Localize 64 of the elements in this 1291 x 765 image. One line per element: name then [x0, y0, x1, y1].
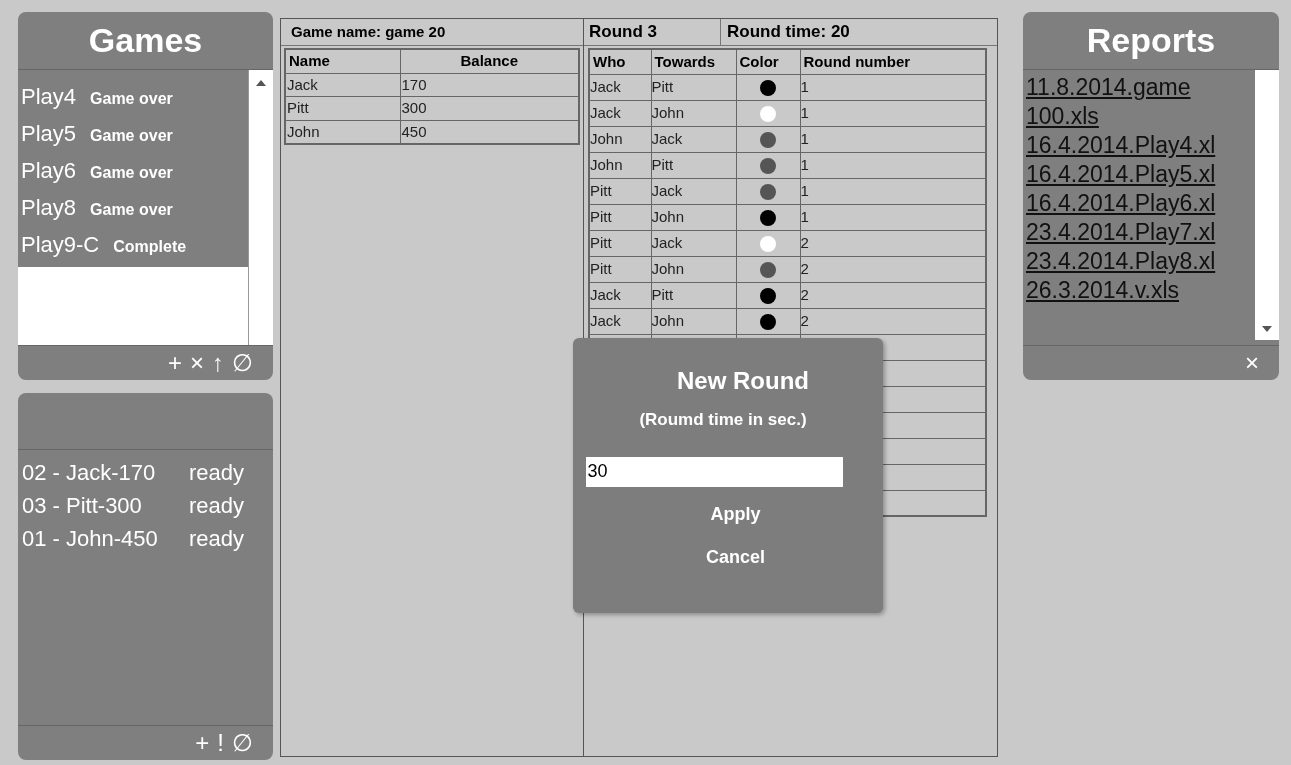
column-header: Towards — [651, 49, 736, 74]
action-button[interactable]: × — [190, 351, 204, 375]
action-button[interactable]: + — [195, 731, 210, 755]
table-cell: Jack — [285, 73, 400, 97]
player-item[interactable]: 03 - Pitt-300 ready — [22, 489, 273, 522]
table-cell: Jack — [589, 100, 651, 126]
dialog-subtitle: (Roumd time in sec.) — [639, 409, 807, 431]
game-name-label: Game name: game 20 — [291, 21, 446, 42]
table-cell: Pitt — [589, 230, 651, 256]
dialog-title: New Round — [677, 366, 809, 396]
table-cell: Pitt — [285, 96, 400, 120]
table-cell: Pitt — [651, 74, 736, 100]
action-button[interactable]: ! — [217, 731, 224, 755]
round-time-input[interactable]: 30 — [585, 456, 843, 487]
table-cell: John — [285, 120, 400, 144]
table-cell: John — [651, 204, 736, 230]
table-cell: Jack — [651, 178, 736, 204]
close-button[interactable]: × — [1245, 351, 1259, 375]
report-link[interactable]: 23.4.2014.Play8.xl — [1026, 247, 1254, 276]
table-cell: John — [651, 308, 736, 334]
panel-title: Games — [88, 20, 203, 61]
table-cell: Jack — [651, 126, 736, 152]
column-header: Who — [589, 49, 651, 74]
table-cell: Jack — [589, 282, 651, 308]
player-item[interactable]: 01 - John-450 ready — [22, 522, 273, 555]
round-time-label: Round time: 20 — [727, 21, 850, 44]
game-item[interactable]: Play5 Game over — [21, 117, 248, 150]
table-cell: John — [651, 100, 736, 126]
table-cell: Pitt — [651, 282, 736, 308]
table-cell: Pitt — [589, 204, 651, 230]
report-link[interactable]: 11.8.2014.game 100.xls — [1026, 73, 1254, 131]
table-cell: John — [651, 256, 736, 282]
scroll-down-icon[interactable] — [1262, 326, 1272, 332]
game-item[interactable]: Play9-C Complete — [21, 228, 248, 261]
table-cell: Jack — [589, 308, 651, 334]
round-label: Round 3 — [589, 21, 657, 44]
report-link[interactable]: 16.4.2014.Play5.xl — [1026, 160, 1254, 189]
scrollbar[interactable] — [1255, 70, 1279, 340]
column-header: Color — [736, 49, 800, 74]
report-link[interactable]: 16.4.2014.Play6.xl — [1026, 189, 1254, 218]
action-button[interactable]: ∅ — [232, 731, 253, 755]
game-item[interactable]: Play4 Game over — [21, 80, 248, 113]
game-item[interactable]: Play8 Game over — [21, 191, 248, 224]
dialog-button[interactable]: Apply — [704, 498, 767, 530]
column-header: Name — [285, 49, 400, 73]
action-button[interactable]: + — [167, 351, 182, 375]
report-link[interactable]: 23.4.2014.Play7.xl — [1026, 218, 1254, 247]
game-item[interactable]: Play6 Game over — [21, 154, 248, 187]
table-cell: Jack — [651, 230, 736, 256]
report-link[interactable]: 16.4.2014.Play4.xl — [1026, 131, 1254, 160]
table-cell: Pitt — [651, 152, 736, 178]
dialog-button[interactable]: Cancel — [700, 541, 771, 573]
table-cell: Pitt — [589, 178, 651, 204]
scrollbar[interactable] — [248, 70, 273, 345]
report-link[interactable]: 26.3.2014.v.xls — [1026, 276, 1254, 305]
table-cell: John — [589, 152, 651, 178]
table-cell: John — [589, 126, 651, 152]
action-button[interactable]: ∅ — [232, 351, 253, 375]
table-cell: Pitt — [589, 256, 651, 282]
panel-title: Reports — [1086, 20, 1216, 61]
action-button[interactable]: ↑ — [212, 351, 224, 375]
scroll-up-icon[interactable] — [256, 80, 266, 86]
table-cell: Jack — [589, 74, 651, 100]
player-item[interactable]: 02 - Jack-170 ready — [22, 456, 273, 489]
